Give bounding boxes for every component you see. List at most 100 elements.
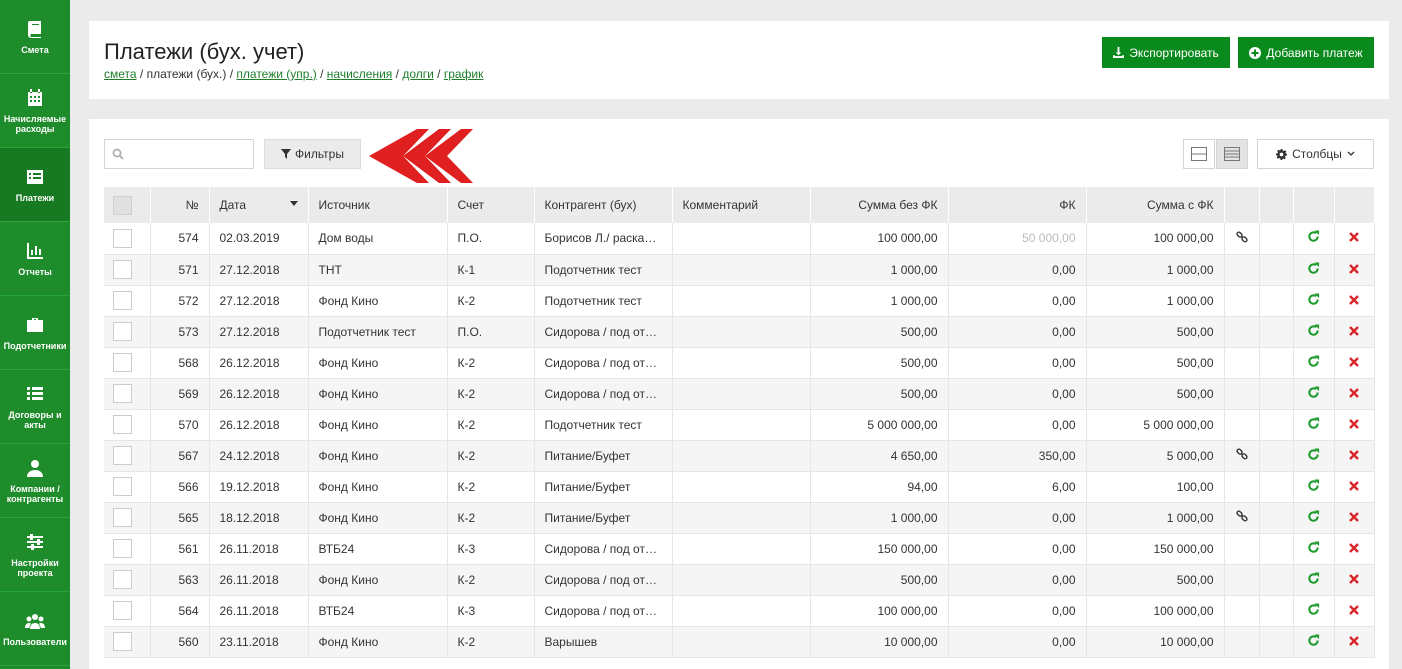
sidebar-item-project-settings[interactable]: Настройки проекта (0, 518, 70, 592)
table-row[interactable]: 573 27.12.2018 Подотчетник тест П.О. Сидоров… (104, 316, 1375, 348)
table-row[interactable]: 567 24.12.2018 Фонд Кино К-2 Питание/Буфет 4 … (104, 440, 1375, 472)
refresh-icon[interactable] (1307, 478, 1320, 492)
table-row[interactable]: 571 27.12.2018 ТНТ К-1 Подотчетник тест 1 000… (104, 254, 1375, 286)
row-checkbox[interactable] (113, 632, 132, 651)
row-checkbox[interactable] (113, 322, 132, 341)
select-all-checkbox[interactable] (113, 195, 132, 215)
breadcrumb-link-schedule[interactable]: график (444, 67, 484, 81)
delete-icon[interactable] (1349, 511, 1359, 522)
cell-num: 574 (150, 223, 210, 255)
export-button[interactable]: Экспортировать (1102, 37, 1230, 68)
row-checkbox[interactable] (113, 446, 132, 465)
column-header-date[interactable]: Дата (209, 187, 309, 223)
row-checkbox[interactable] (113, 508, 132, 527)
row-checkbox[interactable] (113, 291, 132, 310)
delete-icon[interactable] (1349, 573, 1359, 584)
column-header-sum-no-fk[interactable]: Сумма без ФК (810, 187, 949, 223)
view-table-toggle[interactable] (1216, 139, 1248, 169)
refresh-icon[interactable] (1307, 261, 1320, 275)
column-header-sum-fk[interactable]: Сумма с ФК (1086, 187, 1225, 223)
sidebar-item-smeta[interactable]: Смета (0, 0, 70, 74)
refresh-icon[interactable] (1307, 540, 1320, 554)
refresh-icon[interactable] (1307, 416, 1320, 430)
refresh-icon[interactable] (1307, 602, 1320, 616)
column-header-num[interactable]: № (150, 187, 210, 223)
breadcrumb-link-debts[interactable]: долги (402, 67, 434, 81)
sidebar-item-reports[interactable]: Отчеты (0, 222, 70, 296)
row-checkbox[interactable] (113, 260, 132, 279)
row-checkbox[interactable] (113, 601, 132, 620)
sidebar-item-accountables[interactable]: Подотчетники (0, 296, 70, 370)
delete-icon[interactable] (1349, 232, 1359, 243)
refresh-icon[interactable] (1307, 292, 1320, 306)
cell-spacer (1259, 564, 1294, 596)
link-icon[interactable] (1235, 510, 1248, 522)
row-checkbox[interactable] (113, 415, 132, 434)
delete-icon[interactable] (1349, 449, 1359, 460)
filters-button[interactable]: Фильтры (264, 139, 361, 169)
column-header-account[interactable]: Счет (447, 187, 535, 223)
column-header-counterparty[interactable]: Контрагент (бух) (534, 187, 673, 223)
table-row[interactable]: 564 26.11.2018 ВТБ24 К-3 Сидорова / под отче… (104, 595, 1375, 627)
cell-account: К-2 (447, 378, 535, 410)
refresh-icon[interactable] (1307, 354, 1320, 368)
breadcrumb-link-payments-mgmt[interactable]: платежи (упр.) (236, 67, 316, 81)
delete-icon[interactable] (1349, 635, 1359, 646)
row-checkbox[interactable] (113, 353, 132, 372)
delete-icon[interactable] (1349, 480, 1359, 491)
table-view-icon (1224, 147, 1240, 161)
breadcrumb-link-smeta[interactable]: смета (104, 67, 137, 81)
table-row[interactable]: 566 19.12.2018 Фонд Кино К-2 Питание/Буфет 94… (104, 471, 1375, 503)
sidebar-item-payments[interactable]: Платежи (0, 148, 70, 222)
row-checkbox[interactable] (113, 384, 132, 403)
row-checkbox[interactable] (113, 570, 132, 589)
refresh-icon[interactable] (1307, 633, 1320, 647)
table-row[interactable]: 569 26.12.2018 Фонд Кино К-2 Сидорова / под … (104, 378, 1375, 410)
column-header-fk[interactable]: ФК (948, 187, 1087, 223)
table-row[interactable]: 572 27.12.2018 Фонд Кино К-2 Подотчетник тес… (104, 285, 1375, 317)
sidebar-item-label: Компании / контрагенты (6, 483, 64, 504)
sidebar-item-users[interactable]: Пользователи (0, 592, 70, 666)
column-header-source[interactable]: Источник (308, 187, 448, 223)
delete-icon[interactable] (1349, 387, 1359, 398)
table-row[interactable]: 560 23.11.2018 Фонд Кино К-2 Варышев 10 000,0… (104, 626, 1375, 658)
link-icon[interactable] (1235, 231, 1248, 243)
refresh-icon[interactable] (1307, 230, 1320, 243)
delete-icon[interactable] (1349, 263, 1359, 274)
table-row[interactable]: 565 18.12.2018 Фонд Кино К-2 Питание/Буфет 1 … (104, 502, 1375, 534)
refresh-icon[interactable] (1307, 385, 1320, 399)
delete-icon[interactable] (1349, 356, 1359, 367)
link-icon[interactable] (1235, 448, 1248, 460)
refresh-icon[interactable] (1307, 447, 1320, 461)
table-header-row: № Дата Источник Счет Контрагент (бух) Ко… (104, 187, 1375, 223)
row-select-cell (104, 564, 151, 596)
breadcrumb-link-accruals[interactable]: начисления (327, 67, 393, 81)
table-row[interactable]: 563 26.11.2018 Фонд Кино К-2 Сидорова / под … (104, 564, 1375, 596)
delete-icon[interactable] (1349, 604, 1359, 615)
refresh-icon[interactable] (1307, 509, 1320, 523)
sidebar-item-label: Отчеты (18, 266, 52, 277)
search-input[interactable] (129, 146, 249, 160)
table-row[interactable]: 568 26.12.2018 Фонд Кино К-2 Сидорова / под … (104, 347, 1375, 379)
add-payment-button[interactable]: Добавить платеж (1238, 37, 1374, 68)
delete-icon[interactable] (1349, 418, 1359, 429)
cell-counterparty: Сидорова / под отчет (534, 533, 673, 565)
sidebar-item-companies[interactable]: Компании / контрагенты (0, 444, 70, 518)
sidebar-item-accrued-expenses[interactable]: Начисляемые расходы (0, 74, 70, 148)
row-checkbox[interactable] (113, 477, 132, 496)
table-row[interactable]: 570 26.12.2018 Фонд Кино К-2 Подотчетник тес… (104, 409, 1375, 441)
cell-refresh (1293, 316, 1335, 348)
refresh-icon[interactable] (1307, 323, 1320, 337)
table-row[interactable]: 574 02.03.2019 Дом воды П.О. Борисов Л./ рас… (104, 223, 1375, 255)
view-compact-toggle[interactable] (1183, 139, 1215, 169)
delete-icon[interactable] (1349, 325, 1359, 336)
sidebar-item-contracts[interactable]: Договоры и акты (0, 370, 70, 444)
row-checkbox[interactable] (113, 228, 132, 248)
delete-icon[interactable] (1349, 542, 1359, 553)
column-header-comment[interactable]: Комментарий (672, 187, 811, 223)
columns-button[interactable]: Столбцы (1257, 139, 1374, 169)
refresh-icon[interactable] (1307, 571, 1320, 585)
delete-icon[interactable] (1349, 294, 1359, 305)
row-checkbox[interactable] (113, 539, 132, 558)
table-row[interactable]: 561 26.11.2018 ВТБ24 К-3 Сидорова / под отче… (104, 533, 1375, 565)
